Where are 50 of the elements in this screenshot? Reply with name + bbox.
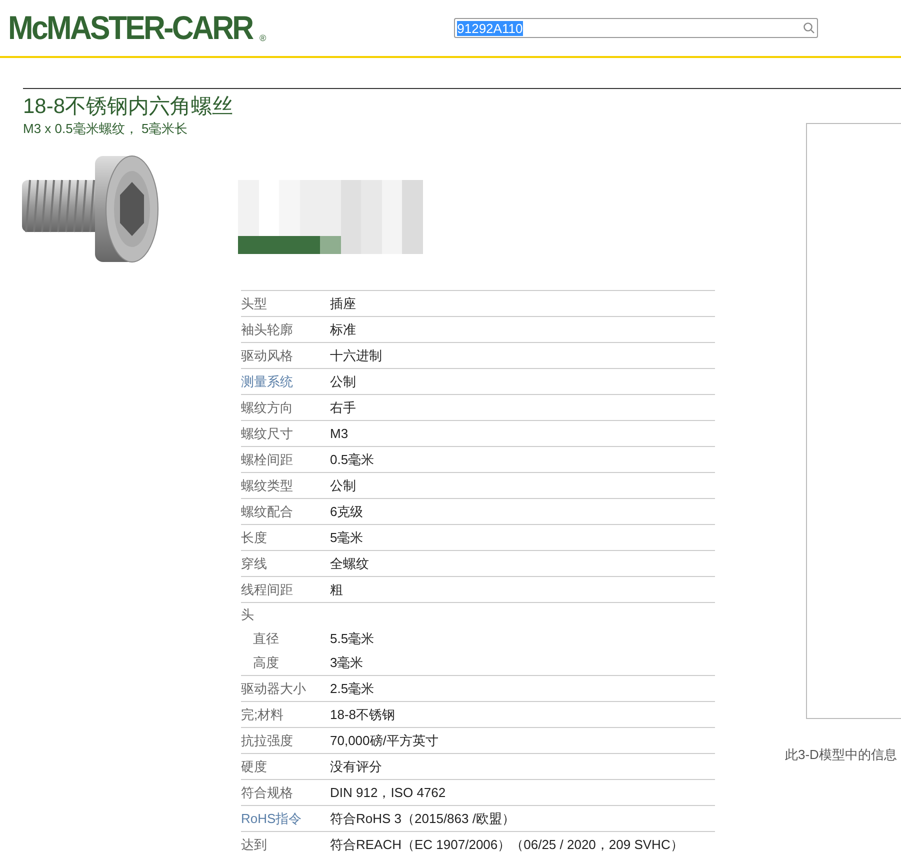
spec-value: 5毫米 bbox=[330, 528, 364, 546]
spec-value: 十六进制 bbox=[330, 346, 382, 364]
spec-label: 直径 bbox=[252, 630, 280, 648]
spec-label: 头型 bbox=[241, 294, 268, 312]
search-icon[interactable] bbox=[803, 22, 816, 34]
spec-value: 0.5毫米 bbox=[330, 450, 374, 468]
spec-label: 硬度 bbox=[241, 758, 268, 776]
spec-label: 符合规格 bbox=[241, 784, 294, 802]
spec-value: 3毫米 bbox=[330, 654, 364, 672]
spec-value: 全螺纹 bbox=[330, 554, 369, 572]
spec-value: DIN 912，ISO 4762 bbox=[330, 784, 446, 802]
spec-value: 6克级 bbox=[330, 502, 364, 520]
spec-value: 粗 bbox=[330, 580, 343, 598]
spec-value: 18-8不锈钢 bbox=[330, 706, 396, 724]
spec-label: 驱动器大小 bbox=[241, 680, 307, 698]
spec-label: 高度 bbox=[252, 654, 280, 672]
spec-label: 线程间距 bbox=[241, 580, 294, 598]
registered-mark: ® bbox=[260, 33, 266, 43]
spec-value: 没有评分 bbox=[330, 758, 382, 776]
spec-label: 螺纹方向 bbox=[241, 398, 294, 416]
spec-label: 袖头轮廓 bbox=[241, 320, 294, 338]
spec-value: 符合RoHS 3（2015/863 /欧盟） bbox=[330, 810, 515, 828]
search-field[interactable]: 91292A110 bbox=[454, 18, 818, 38]
spec-label: 螺栓间距 bbox=[241, 450, 294, 468]
spec-label: 驱动风格 bbox=[241, 346, 294, 364]
product-title: 18-8不锈钢内六角螺丝 bbox=[23, 94, 234, 120]
spec-value: 公制 bbox=[330, 476, 356, 494]
spec-label: 螺纹尺寸 bbox=[241, 424, 294, 442]
spec-value: 标准 bbox=[330, 320, 356, 338]
spec-link[interactable]: 测量系统 bbox=[241, 372, 330, 390]
logo[interactable]: McMASTER-CARR bbox=[8, 9, 252, 47]
spec-value: 右手 bbox=[330, 398, 356, 416]
spec-label: 穿线 bbox=[241, 554, 268, 572]
spec-label: 抗拉强度 bbox=[241, 732, 294, 750]
spec-value: 符合REACH（EC 1907/2006）（06/25 / 2020，209 SVHC） bbox=[330, 836, 684, 854]
spec-label: 螺纹配合 bbox=[241, 502, 294, 520]
product-subtitle: M3 x 0.5毫米螺纹， 5毫米长 bbox=[23, 120, 189, 138]
spec-label: 长度 bbox=[241, 528, 268, 546]
spec-value: 2.5毫米 bbox=[330, 680, 374, 698]
spec-value: M3 bbox=[330, 426, 348, 441]
spec-label: 头 bbox=[241, 606, 255, 624]
spec-link[interactable]: RoHS指令 bbox=[241, 810, 330, 828]
model-caption: 此3-D模型中的信息 bbox=[785, 746, 898, 764]
spec-label: 达到 bbox=[241, 836, 268, 854]
spec-value: 插座 bbox=[330, 294, 356, 312]
spec-label: 螺纹类型 bbox=[241, 476, 294, 494]
spec-label: 完;材料 bbox=[241, 706, 285, 724]
spec-value: 70,000磅/平方英寸 bbox=[330, 732, 438, 750]
spec-value: 公制 bbox=[330, 372, 356, 390]
spec-value: 5.5毫米 bbox=[330, 630, 374, 648]
